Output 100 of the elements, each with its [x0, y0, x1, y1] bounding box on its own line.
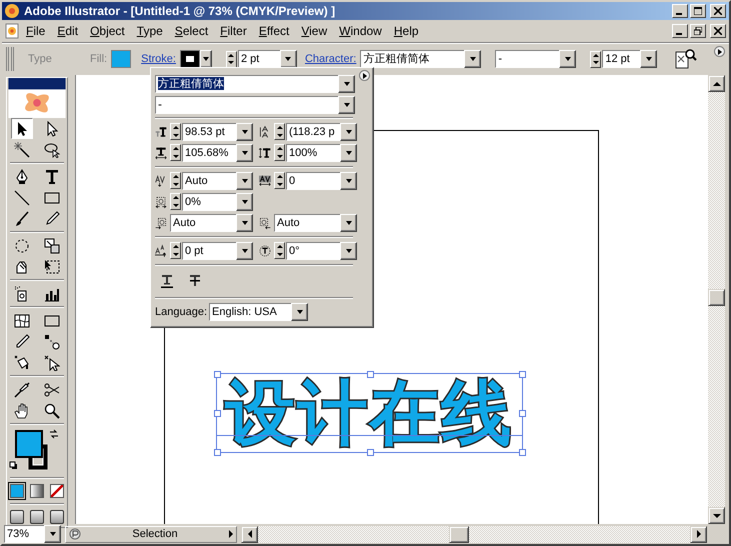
menu-item[interactable]: Edit: [51, 24, 84, 38]
spinner-button[interactable]: [170, 123, 181, 140]
type-icon: [44, 168, 60, 184]
character-link[interactable]: Character:: [304, 53, 356, 65]
default-colors-icon[interactable]: [9, 461, 18, 470]
screen-mode-button[interactable]: [50, 510, 64, 524]
dropdown-button[interactable]: [236, 172, 253, 190]
dropdown-button[interactable]: [464, 50, 482, 68]
dropdown-button[interactable]: [559, 50, 576, 68]
spinner-button[interactable]: [274, 172, 285, 189]
dropdown-button[interactable]: [640, 50, 658, 68]
dropdown-button[interactable]: [340, 144, 357, 162]
control-bar-menu-button[interactable]: [714, 46, 725, 57]
baseline-shift-field[interactable]: 0 pt: [182, 242, 236, 260]
document-close-button[interactable]: [710, 24, 726, 38]
none-mode-button[interactable]: [50, 484, 64, 498]
dropdown-button[interactable]: [340, 214, 357, 232]
color-mode-button[interactable]: [10, 484, 24, 498]
horizontal-scale-field[interactable]: 105.68%: [182, 144, 236, 162]
swap-arrows-icon[interactable]: [49, 429, 59, 439]
scroll-down-button[interactable]: [708, 507, 725, 524]
font-style-field[interactable]: -: [495, 50, 560, 68]
dropdown-button[interactable]: [338, 96, 355, 114]
document-restore-button[interactable]: [690, 24, 706, 38]
toolbar-grip[interactable]: [6, 47, 14, 71]
aki-right-field[interactable]: Auto: [274, 214, 340, 232]
dropdown-button[interactable]: [340, 122, 357, 140]
font-family-field[interactable]: 方正粗倩简体: [360, 50, 464, 68]
document-flower-icon[interactable]: [4, 23, 20, 39]
stroke-color-swatch[interactable]: [180, 50, 200, 68]
scrollbar-thumb[interactable]: [449, 526, 469, 542]
tracking-field[interactable]: 0: [286, 172, 340, 190]
blend-dots-icon: [44, 334, 60, 350]
aki-left-field[interactable]: Auto: [170, 214, 236, 232]
document-magnifier-icon[interactable]: [673, 47, 698, 71]
menu-item[interactable]: View: [295, 24, 334, 38]
stroke-link[interactable]: Stroke:: [141, 53, 176, 65]
rotation-field[interactable]: 0°: [286, 242, 340, 260]
menu-item[interactable]: Filter: [214, 24, 253, 38]
fill-color-swatch[interactable]: [111, 50, 132, 68]
magic-wand-icon: [14, 142, 30, 158]
maximize-button[interactable]: [690, 4, 706, 18]
font-family-field[interactable]: 方正粗倩简体: [155, 75, 338, 93]
spinner-button[interactable]: [170, 172, 181, 189]
spinner-button[interactable]: [590, 50, 602, 68]
menu-item[interactable]: File: [20, 24, 52, 38]
magnifier-icon: [44, 402, 60, 418]
menu-item[interactable]: Object: [84, 24, 131, 38]
spinner-button[interactable]: [274, 144, 285, 161]
spinner-button[interactable]: [274, 123, 285, 140]
lasso-icon: [44, 142, 60, 158]
tsume-field[interactable]: 0%: [182, 192, 236, 210]
font-style-field[interactable]: -: [155, 96, 338, 114]
close-icon: [714, 7, 722, 15]
gradient-mode-button[interactable]: [30, 484, 44, 498]
strikethrough-icon[interactable]: [189, 275, 201, 287]
spinner-button[interactable]: [226, 50, 237, 68]
dropdown-button[interactable]: [338, 75, 355, 93]
spinner-button[interactable]: [170, 193, 181, 210]
document-minimize-button[interactable]: [672, 24, 688, 38]
minimize-button[interactable]: [672, 4, 688, 18]
fill-stroke-swatch-icon[interactable]: [15, 430, 49, 472]
underline-icon[interactable]: [161, 274, 173, 288]
font-size-field[interactable]: 12 pt: [602, 50, 640, 68]
spinner-button[interactable]: [170, 242, 181, 259]
status-box[interactable]: Selection: [65, 526, 237, 542]
screen-mode-button[interactable]: [10, 510, 24, 524]
menu-item[interactable]: Type: [130, 24, 169, 38]
dropdown-button[interactable]: [340, 242, 357, 260]
spinner-button[interactable]: [274, 242, 285, 259]
dropdown-button[interactable]: [236, 192, 253, 210]
dropdown-button[interactable]: [236, 122, 253, 140]
panel-menu-button[interactable]: [359, 70, 370, 81]
scroll-right-button[interactable]: [690, 526, 707, 542]
spinner-button[interactable]: [170, 144, 181, 161]
menu-item[interactable]: Select: [168, 24, 214, 38]
app-flower-icon: [4, 3, 20, 19]
font-size-field[interactable]: 98.53 pt: [182, 122, 236, 140]
screen-mode-button[interactable]: [30, 510, 44, 524]
zoom-field[interactable]: 73%: [4, 525, 44, 543]
scroll-left-button[interactable]: [241, 526, 258, 542]
close-button[interactable]: [710, 4, 726, 18]
leading-field[interactable]: (118.23 p: [286, 122, 340, 140]
dropdown-button[interactable]: [236, 214, 253, 232]
language-field[interactable]: English: USA: [209, 303, 291, 321]
menu-item[interactable]: Window: [333, 24, 388, 38]
dropdown-button[interactable]: [291, 303, 308, 321]
dropdown-button[interactable]: [236, 242, 253, 260]
stroke-weight-field[interactable]: 2 pt: [238, 50, 280, 68]
selection-tool-button[interactable]: [11, 118, 33, 139]
vertical-scale-field[interactable]: 100%: [286, 144, 340, 162]
hand-icon: [14, 402, 30, 418]
scroll-up-button[interactable]: [708, 75, 725, 92]
dropdown-button[interactable]: [44, 525, 61, 543]
scrollbar-thumb[interactable]: [708, 289, 725, 306]
dropdown-button[interactable]: [340, 172, 357, 190]
menu-item[interactable]: Effect: [252, 24, 296, 38]
dropdown-button[interactable]: [236, 144, 253, 162]
menu-item[interactable]: Help: [388, 24, 425, 38]
kerning-field[interactable]: Auto: [182, 172, 236, 190]
